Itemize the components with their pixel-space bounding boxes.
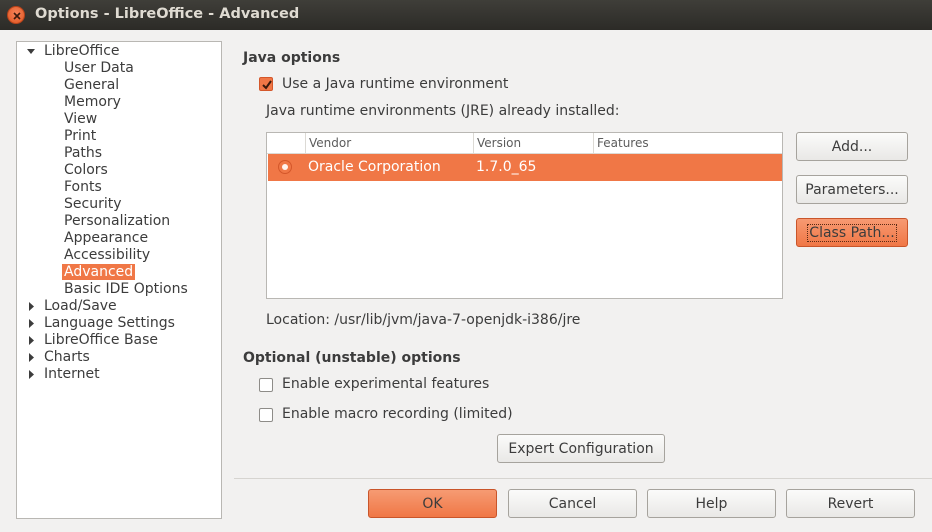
- options-tree[interactable]: LibreOffice User Data General Memory Vie…: [16, 41, 222, 519]
- jre-select-radio[interactable]: [278, 160, 292, 174]
- optional-options-heading: Optional (unstable) options: [243, 350, 461, 366]
- expert-configuration-button[interactable]: Expert Configuration: [497, 434, 665, 463]
- close-icon[interactable]: [7, 6, 25, 24]
- tree-item-general[interactable]: General: [64, 77, 119, 94]
- footer-divider: [234, 478, 932, 479]
- revert-button[interactable]: Revert: [786, 489, 915, 518]
- tree-item-internet[interactable]: Internet: [29, 366, 100, 383]
- tree-item-libreoffice-base[interactable]: LibreOffice Base: [29, 332, 158, 349]
- tree-item-personalization[interactable]: Personalization: [64, 213, 170, 230]
- tree-item-load-save[interactable]: Load/Save: [29, 298, 117, 315]
- tree-item-advanced[interactable]: Advanced: [62, 264, 136, 281]
- jre-version-cell: 1.7.0_65: [476, 159, 537, 175]
- jre-vendor-cell: Oracle Corporation: [308, 159, 441, 175]
- column-header-version[interactable]: Version: [477, 136, 521, 150]
- tree-item-memory[interactable]: Memory: [64, 94, 121, 111]
- tree-item-security[interactable]: Security: [64, 196, 122, 213]
- tree-item-user-data[interactable]: User Data: [64, 60, 134, 77]
- parameters-button[interactable]: Parameters...: [796, 175, 908, 204]
- experimental-features-checkbox[interactable]: [259, 378, 273, 392]
- tree-item-libreoffice[interactable]: LibreOffice: [27, 43, 120, 60]
- use-java-label[interactable]: Use a Java runtime environment: [282, 76, 508, 92]
- collapsed-arrow-icon[interactable]: [26, 332, 36, 349]
- add-button[interactable]: Add...: [796, 132, 908, 161]
- column-separator: [473, 133, 474, 154]
- class-path-button[interactable]: Class Path...: [796, 218, 908, 247]
- collapsed-arrow-icon[interactable]: [26, 298, 36, 315]
- column-header-features[interactable]: Features: [597, 136, 649, 150]
- column-header-vendor[interactable]: Vendor: [309, 136, 351, 150]
- window-title: Options - LibreOffice - Advanced: [35, 6, 300, 22]
- collapsed-arrow-icon[interactable]: [26, 366, 36, 383]
- checkmark-icon: [262, 80, 272, 90]
- tree-item-accessibility[interactable]: Accessibility: [64, 247, 150, 264]
- use-java-checkbox[interactable]: [259, 77, 273, 91]
- table-row[interactable]: Oracle Corporation 1.7.0_65: [268, 154, 782, 181]
- macro-recording-label[interactable]: Enable macro recording (limited): [282, 406, 513, 422]
- column-separator: [305, 133, 306, 154]
- collapsed-arrow-icon[interactable]: [26, 349, 36, 366]
- java-options-heading: Java options: [243, 50, 341, 66]
- tree-item-view[interactable]: View: [64, 111, 97, 128]
- ok-button[interactable]: OK: [368, 489, 497, 518]
- jre-table[interactable]: Vendor Version Features Oracle Corporati…: [266, 132, 783, 299]
- jre-installed-label: Java runtime environments (JRE) already …: [266, 103, 620, 119]
- experimental-features-label[interactable]: Enable experimental features: [282, 376, 489, 392]
- tree-item-print[interactable]: Print: [64, 128, 96, 145]
- tree-item-fonts[interactable]: Fonts: [64, 179, 102, 196]
- cancel-button[interactable]: Cancel: [508, 489, 637, 518]
- macro-recording-checkbox[interactable]: [259, 408, 273, 422]
- tree-item-colors[interactable]: Colors: [64, 162, 108, 179]
- jre-table-header: Vendor Version Features: [267, 133, 782, 154]
- title-bar: Options - LibreOffice - Advanced: [0, 0, 932, 30]
- tree-item-charts[interactable]: Charts: [29, 349, 90, 366]
- help-button[interactable]: Help: [647, 489, 776, 518]
- tree-item-basic-ide-options[interactable]: Basic IDE Options: [64, 281, 188, 298]
- column-separator: [593, 133, 594, 154]
- tree-item-language-settings[interactable]: Language Settings: [29, 315, 175, 332]
- expanded-arrow-icon[interactable]: [26, 43, 36, 60]
- collapsed-arrow-icon[interactable]: [26, 315, 36, 332]
- tree-item-appearance[interactable]: Appearance: [64, 230, 148, 247]
- jre-location-text: Location: /usr/lib/jvm/java-7-openjdk-i3…: [266, 312, 581, 328]
- tree-item-paths[interactable]: Paths: [64, 145, 102, 162]
